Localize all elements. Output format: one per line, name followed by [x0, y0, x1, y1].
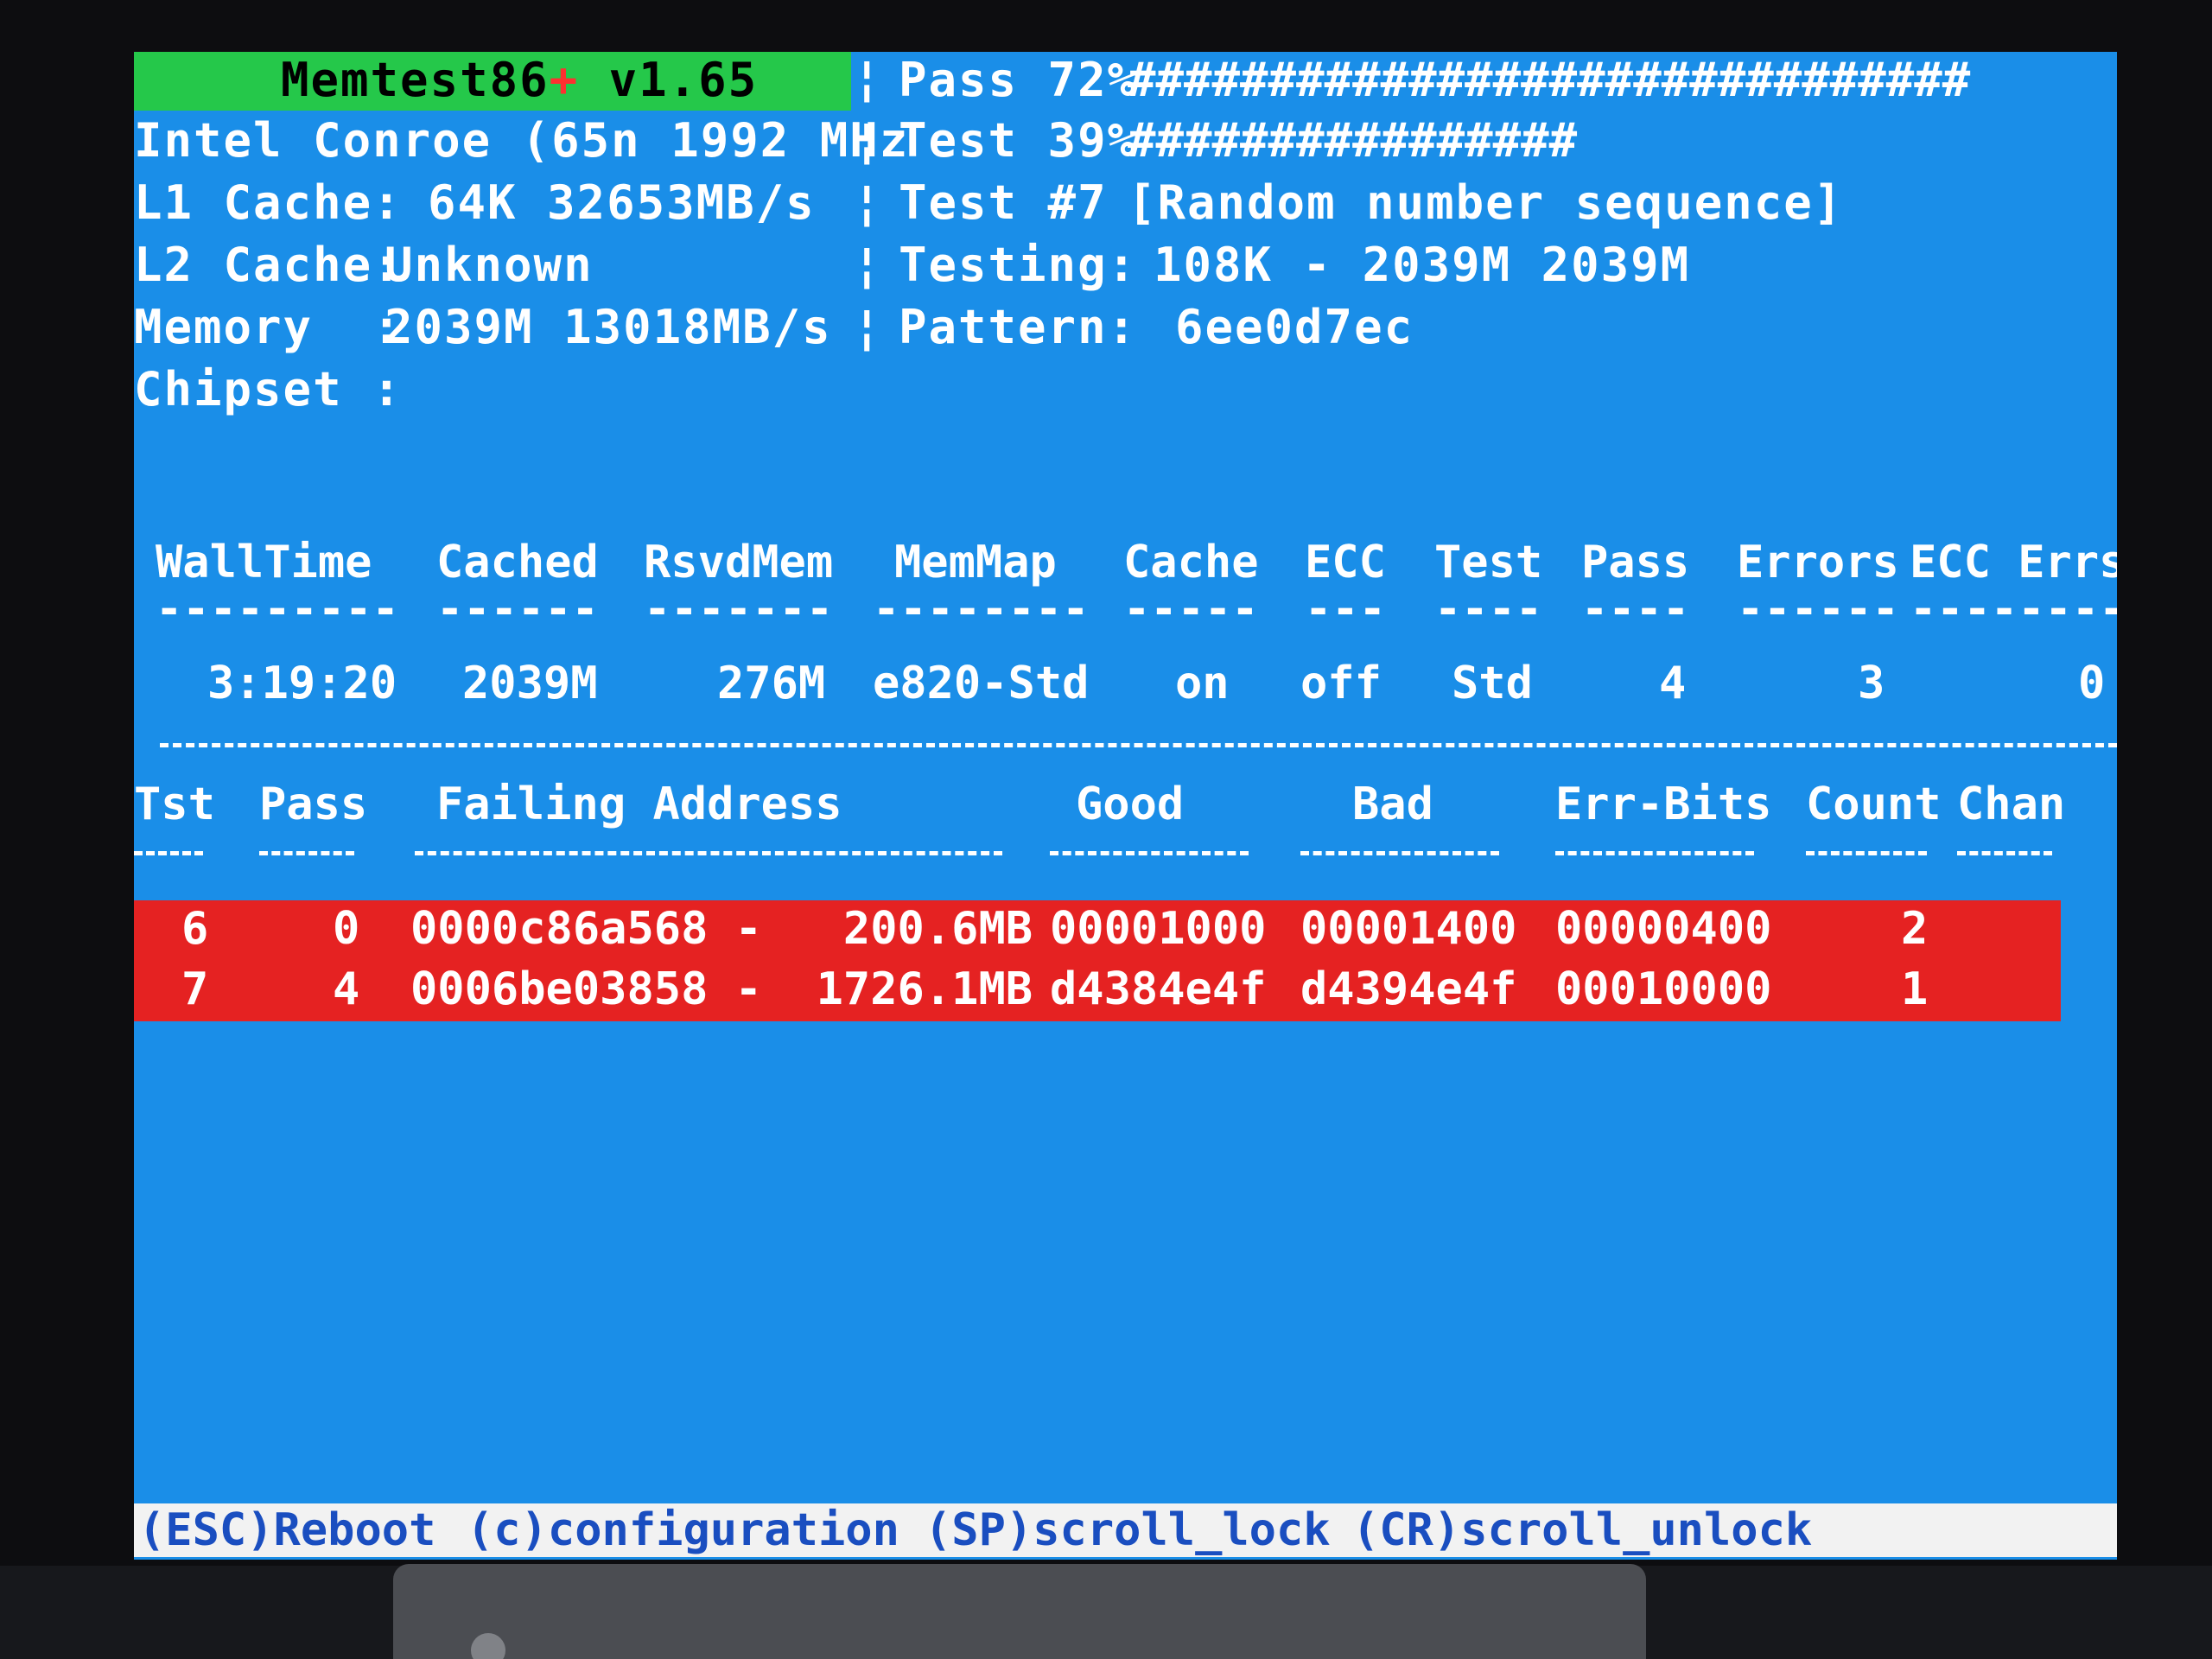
- pass-progress-label: Pass 72%: [899, 53, 1138, 107]
- stat-memmap: e820-Std: [873, 658, 1090, 709]
- title-name: Memtest86: [281, 53, 550, 107]
- stat-header-ecc-errs: ECC Errs: [1910, 537, 2117, 588]
- error-row-1-err-bits: 00000400: [1555, 903, 1772, 955]
- error-list: 6 0 0000c86a568 - 200.6MB 00001000 00001…: [134, 900, 2061, 1021]
- err-dash: [259, 851, 354, 860]
- stat-header-memmap: MemMap: [894, 537, 1057, 588]
- error-row-2-bad: d4394e4f: [1300, 963, 1517, 1015]
- err-header-good: Good: [1076, 779, 1185, 830]
- stat-dash-test: ----: [1434, 596, 1543, 622]
- err-header-pass: Pass: [259, 779, 368, 830]
- stat-dash-ecc: ---: [1305, 596, 1386, 622]
- l2-cache-label: L2 Cache:: [134, 238, 403, 292]
- test-progress-label: Test 39%: [899, 113, 1138, 168]
- memtest-screen: Memtest86+ v1.65 Intel Conroe (65n 1992 …: [134, 52, 2117, 1560]
- title-plus: +: [549, 53, 580, 107]
- l1-cache-label: L1 Cache:: [134, 175, 403, 230]
- stat-header-walltime: WallTime: [156, 537, 372, 588]
- err-header-failing-address: Failing Address: [436, 779, 842, 830]
- stat-cached: 2039M: [462, 658, 598, 709]
- cpu-info: Intel Conroe (65n 1992 MHz: [134, 113, 910, 168]
- err-header-err-bits: Err-Bits: [1555, 779, 1772, 830]
- err-header-tst: Tst: [134, 779, 215, 830]
- title-version: v1.65: [579, 53, 759, 107]
- column-separator: ¦: [853, 175, 881, 230]
- stat-dash-rsvdmem: -------: [644, 596, 834, 622]
- err-dash: [1555, 851, 1754, 860]
- stat-cache: on: [1175, 658, 1230, 709]
- monitor-stand: [393, 1564, 1646, 1659]
- error-row-2-pass: 4: [333, 963, 360, 1015]
- error-row-1-good: 00001000: [1050, 903, 1267, 955]
- stat-ecc: off: [1300, 658, 1382, 709]
- error-row-2-tst: 7: [181, 963, 209, 1015]
- err-dash: [1300, 851, 1499, 860]
- column-separator: ¦: [853, 52, 881, 105]
- error-row-1-count: 2: [1901, 903, 1929, 955]
- memory-label: Memory :: [134, 300, 403, 354]
- error-row-1-pass: 0: [333, 903, 360, 955]
- l1-cache-value: 64K 32653MB/s: [428, 175, 816, 230]
- err-dash: [1957, 851, 2052, 860]
- testing-label: Testing:: [899, 238, 1138, 292]
- stat-dash-memmap: --------: [873, 596, 1090, 622]
- scroll-unlock-command[interactable]: (CR)scroll_unlock: [1352, 1503, 1812, 1557]
- stat-header-test: Test: [1434, 537, 1543, 588]
- stat-dash-walltime: ---------: [156, 596, 399, 622]
- stat-dash-ecc-errs: --------: [1910, 596, 2117, 622]
- app-title: Memtest86+ v1.65: [281, 54, 758, 107]
- stat-header-pass: Pass: [1581, 537, 1690, 588]
- l2-cache-value: Unknown: [385, 238, 594, 292]
- stat-header-rsvdmem: RsvdMem: [644, 537, 834, 588]
- error-row-2-good: d4384e4f: [1050, 963, 1267, 1015]
- err-dash: [415, 851, 1002, 860]
- stat-dash-pass: ----: [1581, 596, 1690, 622]
- err-dash: [134, 851, 203, 860]
- pattern-label: Pattern:: [899, 300, 1138, 354]
- title-bar: Memtest86+ v1.65: [134, 52, 851, 111]
- stat-pass: 4: [1659, 658, 1687, 709]
- stat-header-cache: Cache: [1123, 537, 1259, 588]
- column-separator: ¦: [853, 300, 881, 354]
- pattern-value: 6ee0d7ec: [1175, 300, 1414, 354]
- stat-walltime: 3:19:20: [207, 658, 397, 709]
- footer-bar: (ESC)Reboot (c)configuration (SP)scroll_…: [134, 1503, 2117, 1557]
- stat-header-errors: Errors: [1737, 537, 1899, 588]
- test-progress-bar: ################: [1128, 113, 1578, 168]
- stat-errors: 3: [1858, 658, 1885, 709]
- error-row-1-address: 0000c86a568 - 200.6MB: [410, 903, 1033, 955]
- stat-header-cached: Cached: [436, 537, 599, 588]
- configuration-command[interactable]: (c)configuration: [467, 1503, 899, 1557]
- stat-test: Std: [1452, 658, 1533, 709]
- error-row-2-err-bits: 00010000: [1555, 963, 1772, 1015]
- column-separator: ¦: [853, 113, 881, 168]
- err-dash: [1050, 851, 1249, 860]
- testing-range: 108K - 2039M 2039M: [1154, 238, 1691, 292]
- divider: [160, 743, 2117, 753]
- stat-dash-cached: ------: [436, 596, 599, 622]
- test-number-label: Test #7: [899, 175, 1108, 230]
- stat-ecc-errs: 0: [2078, 658, 2106, 709]
- column-separator: ¦: [853, 238, 881, 292]
- error-row-1-bad: 00001400: [1300, 903, 1517, 955]
- pass-progress-bar: ##############################: [1128, 53, 1971, 107]
- memory-value: 2039M 13018MB/s: [385, 300, 832, 354]
- error-row-2-address: 0006be03858 - 1726.1MB: [410, 963, 1033, 1015]
- err-header-chan: Chan: [1957, 779, 2066, 830]
- error-row-1-tst: 6: [181, 903, 209, 955]
- scroll-lock-command[interactable]: (SP)scroll_lock: [925, 1503, 1331, 1557]
- error-row-2-count: 1: [1901, 963, 1929, 1015]
- stat-rsvdmem: 276M: [717, 658, 826, 709]
- err-header-bad: Bad: [1352, 779, 1433, 830]
- stat-dash-errors: ------: [1737, 596, 1899, 622]
- reboot-command[interactable]: (ESC)Reboot: [138, 1503, 435, 1557]
- chipset-label: Chipset :: [134, 362, 403, 416]
- stat-dash-cache: -----: [1123, 596, 1259, 622]
- test-number-value: [Random number sequence]: [1128, 175, 1844, 230]
- stat-header-ecc: ECC: [1305, 537, 1386, 588]
- err-dash: [1806, 851, 1927, 860]
- err-header-count: Count: [1806, 779, 1942, 830]
